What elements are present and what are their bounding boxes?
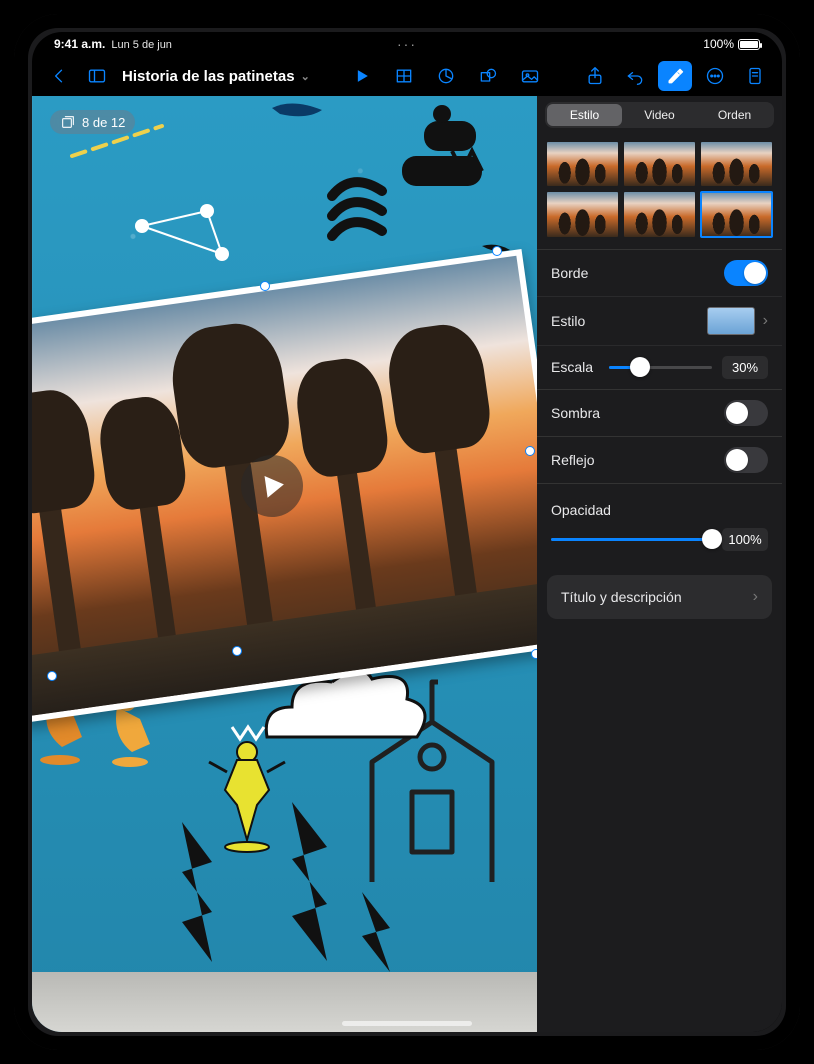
document-title[interactable]: Historia de las patinetas ⌄ xyxy=(118,68,314,85)
device-frame: 9:41 a.m. Lun 5 de jun ··· 100% Historia… xyxy=(14,14,800,1050)
style-preset[interactable] xyxy=(701,142,772,186)
border-label: Borde xyxy=(551,265,588,281)
border-toggle[interactable] xyxy=(724,260,768,286)
battery-icon xyxy=(738,39,760,50)
chevron-right-icon: › xyxy=(763,312,768,330)
selection-handle[interactable] xyxy=(531,649,537,659)
reflection-row: Reflejo xyxy=(537,437,782,483)
slide-canvas[interactable]: 8 de 12 xyxy=(32,96,537,1032)
more-button[interactable] xyxy=(698,61,732,91)
opacity-label: Opacidad xyxy=(551,502,611,518)
status-bar: 9:41 a.m. Lun 5 de jun ··· 100% xyxy=(32,32,782,56)
insert-table-button[interactable] xyxy=(387,61,421,91)
share-button[interactable] xyxy=(578,61,612,91)
tab-order[interactable]: Orden xyxy=(697,104,772,126)
style-preset[interactable] xyxy=(624,142,695,186)
selection-handle[interactable] xyxy=(47,671,57,681)
status-time: 9:41 a.m. xyxy=(54,37,105,51)
style-preset[interactable] xyxy=(547,142,618,186)
home-indicator[interactable] xyxy=(342,1021,472,1026)
multitask-dots[interactable]: ··· xyxy=(397,36,417,52)
border-style-label: Estilo xyxy=(551,313,585,329)
content-area: 8 de 12 xyxy=(32,96,782,1032)
shadow-label: Sombra xyxy=(551,405,600,421)
undo-button[interactable] xyxy=(618,61,652,91)
border-scale-label: Escala xyxy=(551,359,599,375)
inspector-tabs: Estilo Video Orden xyxy=(545,102,774,128)
slides-icon xyxy=(60,114,76,130)
opacity-value[interactable]: 100% xyxy=(722,528,768,551)
status-date: Lun 5 de jun xyxy=(111,39,172,51)
selection-handle[interactable] xyxy=(232,646,242,656)
style-preset[interactable] xyxy=(547,192,618,236)
slide-counter-badge[interactable]: 8 de 12 xyxy=(50,110,135,134)
opacity-slider-row: 100% xyxy=(537,528,782,561)
reflection-label: Reflejo xyxy=(551,452,595,468)
battery-percent: 100% xyxy=(703,37,734,51)
border-row: Borde xyxy=(537,250,782,296)
title-description-row[interactable]: Título y descripción › xyxy=(547,575,772,619)
document-title-text: Historia de las patinetas xyxy=(122,68,295,85)
border-style-swatch xyxy=(707,307,755,335)
screen: 9:41 a.m. Lun 5 de jun ··· 100% Historia… xyxy=(32,32,782,1032)
border-scale-row: Escala 30% xyxy=(537,345,782,389)
sidebar-toggle-button[interactable] xyxy=(80,61,114,91)
back-button[interactable] xyxy=(42,61,76,91)
format-inspector-panel: Estilo Video Orden Borde xyxy=(537,96,782,1032)
tab-style[interactable]: Estilo xyxy=(547,104,622,126)
tab-video[interactable]: Video xyxy=(622,104,697,126)
reflection-toggle[interactable] xyxy=(724,447,768,473)
style-preset[interactable] xyxy=(624,192,695,236)
style-preset-selected[interactable] xyxy=(701,192,772,236)
format-inspector-button[interactable] xyxy=(658,61,692,91)
insert-media-button[interactable] xyxy=(513,61,547,91)
app-toolbar: Historia de las patinetas ⌄ xyxy=(32,56,782,96)
chevron-down-icon: ⌄ xyxy=(301,70,310,83)
insert-shape-button[interactable] xyxy=(471,61,505,91)
title-description-label: Título y descripción xyxy=(561,589,682,605)
selection-handle[interactable] xyxy=(492,246,502,256)
selection-handle[interactable] xyxy=(260,281,270,291)
chevron-right-icon: › xyxy=(753,588,758,606)
selection-handle[interactable] xyxy=(525,446,535,456)
insert-chart-button[interactable] xyxy=(429,61,463,91)
border-scale-value[interactable]: 30% xyxy=(722,356,768,379)
play-presentation-button[interactable] xyxy=(345,61,379,91)
shadow-row: Sombra xyxy=(537,390,782,436)
border-style-row[interactable]: Estilo › xyxy=(537,296,782,345)
style-thumbnails xyxy=(537,134,782,249)
slide-counter-text: 8 de 12 xyxy=(82,115,125,130)
border-scale-slider[interactable] xyxy=(609,366,712,369)
opacity-slider[interactable] xyxy=(551,538,712,541)
document-settings-button[interactable] xyxy=(738,61,772,91)
shadow-toggle[interactable] xyxy=(724,400,768,426)
video-object[interactable] xyxy=(32,249,537,723)
